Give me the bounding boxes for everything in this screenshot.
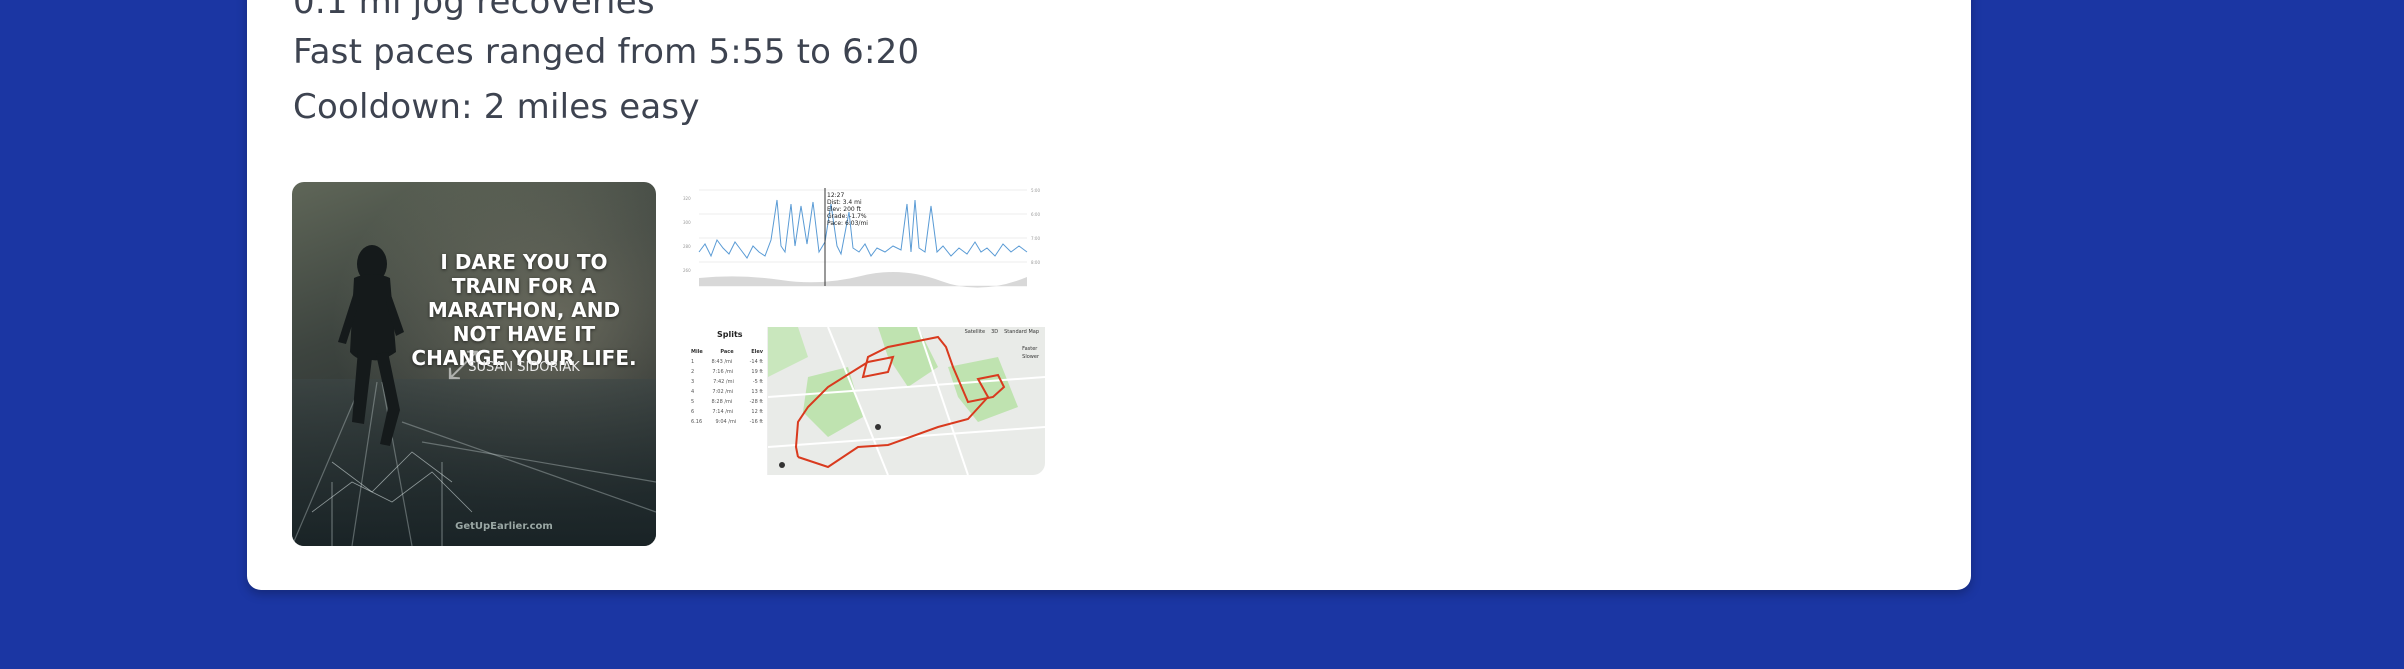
- split-elev: -28 ft: [749, 399, 763, 405]
- poster-quote: I DARE YOU TO TRAIN FOR A MARATHON, AND …: [411, 250, 637, 370]
- poster-author: SUSAN SIDORIAK: [468, 360, 580, 375]
- split-pace: 7:14 /mi: [712, 409, 734, 415]
- tooltip-grade: Grade: -1.7%: [827, 213, 867, 220]
- split-pace: 7:16 /mi: [712, 369, 734, 375]
- svg-text:300: 300: [683, 220, 691, 225]
- map-satellite-toggle: Satellite: [964, 329, 986, 335]
- map-legend: Faster Slower: [1022, 345, 1039, 361]
- workout-line-fast-paces: Fast paces ranged from 5:55 to 6:20: [293, 32, 920, 72]
- svg-text:260: 260: [683, 268, 691, 273]
- splits-map-thumbnail[interactable]: Splits Mile Pace Elev 1 8:43 /mi -14 ft 2 7…: [681, 327, 1045, 475]
- workout-line-cooldown: Cooldown: 2 miles easy: [293, 87, 700, 127]
- chart-tooltip: 12:27 Dist: 3.4 mi Elev: 200 ft Grade: -…: [827, 192, 868, 227]
- svg-text:5:00: 5:00: [1031, 188, 1040, 193]
- split-elev: 19 ft: [751, 369, 763, 375]
- table-row: 3 7:42 /mi -5 ft: [691, 379, 763, 385]
- tooltip-distance: Dist: 3.4 mi: [827, 199, 862, 206]
- workout-line-recoveries: 0.1 mi jog recoveries: [293, 0, 655, 22]
- table-row: 1 8:43 /mi -14 ft: [691, 359, 763, 365]
- split-mile: 6: [691, 409, 695, 415]
- split-pace: 8:43 /mi: [711, 359, 733, 365]
- splits-header-pace: Pace: [720, 349, 734, 355]
- split-elev: 13 ft: [751, 389, 763, 395]
- map-view-controls: Satellite 3D Standard Map: [965, 329, 1039, 335]
- legend-faster: Faster: [1022, 346, 1038, 352]
- split-pace: 9:04 /mi: [715, 419, 737, 425]
- svg-text:7:00: 7:00: [1031, 236, 1040, 241]
- split-elev: -16 ft: [749, 419, 763, 425]
- legend-slower: Slower: [1022, 354, 1039, 360]
- svg-text:8:00: 8:00: [1031, 260, 1040, 265]
- expand-arrows-icon: ⤢: [447, 342, 479, 388]
- svg-text:280: 280: [683, 244, 691, 249]
- split-elev: -5 ft: [752, 379, 763, 385]
- svg-text:320: 320: [683, 196, 691, 201]
- tooltip-elevation: Elev: 200 ft: [827, 206, 862, 213]
- split-pace: 8:28 /mi: [711, 399, 733, 405]
- pace-chart-thumbnail[interactable]: 320 300 280 260 5:00 6:00 7:00 8:00 12:27 Dist…: [681, 182, 1045, 300]
- split-elev: 12 ft: [751, 409, 763, 415]
- split-mile: 4: [691, 389, 695, 395]
- splits-table: Splits Mile Pace Elev 1 8:43 /mi -14 ft 2 7…: [681, 327, 768, 475]
- table-row: 4 7:02 /mi 13 ft: [691, 389, 763, 395]
- splits-title: Splits: [717, 330, 743, 339]
- table-row: 5 8:28 /mi -28 ft: [691, 399, 763, 405]
- tooltip-pace: Pace: 6:03/mi: [827, 220, 868, 227]
- split-pace: 7:02 /mi: [712, 389, 734, 395]
- splits-header-mile: Mile: [691, 349, 703, 355]
- split-pace: 7:42 /mi: [713, 379, 734, 385]
- route-map: Satellite 3D Standard Map Faster Slower: [767, 327, 1045, 475]
- marathon-quote-image[interactable]: I DARE YOU TO TRAIN FOR A MARATHON, AND …: [292, 182, 656, 546]
- table-row: 6.16 9:04 /mi -16 ft: [691, 419, 763, 425]
- split-mile: 3: [691, 379, 695, 385]
- map-style-select: Standard Map: [1004, 329, 1039, 335]
- split-elev: -14 ft: [749, 359, 763, 365]
- split-mile: 2: [691, 369, 695, 375]
- post-card: 0.1 mi jog recoveries Fast paces ranged …: [247, 0, 1971, 590]
- splits-header-elev: Elev: [751, 349, 763, 355]
- tooltip-time: 12:27: [827, 192, 845, 199]
- poster-site: GetUpEarlier.com: [455, 521, 553, 532]
- table-row: 6 7:14 /mi 12 ft: [691, 409, 763, 415]
- table-row: 2 7:16 /mi 19 ft: [691, 369, 763, 375]
- svg-text:6:00: 6:00: [1031, 212, 1040, 217]
- splits-header-row: Mile Pace Elev: [691, 349, 763, 355]
- route-map-graphic: [767, 327, 1045, 475]
- map-3d-toggle: 3D: [991, 329, 999, 335]
- split-mile: 1: [691, 359, 695, 365]
- split-mile: 5: [691, 399, 695, 405]
- split-mile: 6.16: [691, 419, 703, 425]
